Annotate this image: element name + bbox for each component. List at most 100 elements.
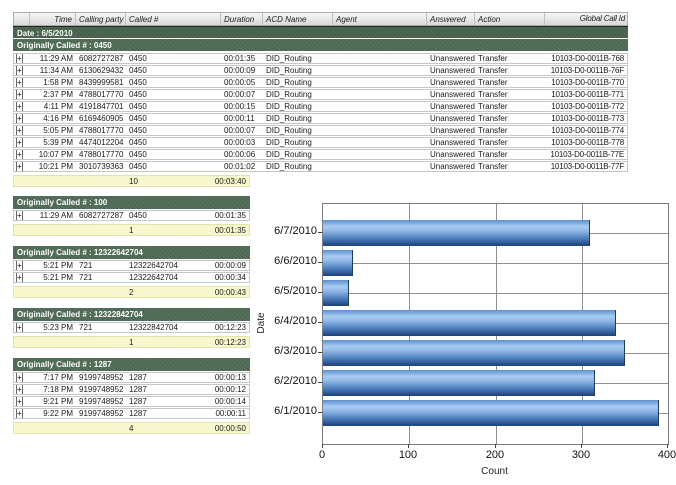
table-row: +11:29 AM6082727287045000:01:35 (13, 210, 250, 221)
group-summary-row: 200:00:43 (13, 286, 250, 298)
column-header-called[interactable]: Called # (126, 13, 221, 25)
expand-icon[interactable]: + (16, 273, 23, 282)
y-axis-tick (318, 232, 322, 233)
group-summary-row: 400:00:50 (13, 422, 250, 434)
originally-called-group-header: Originally Called # : 100 (13, 196, 250, 209)
answered-cell: Unanswered (427, 78, 475, 87)
answered-cell: Unanswered (427, 138, 475, 147)
table-row: +11:34 AM6130629432045000:00:09DID_Routi… (13, 65, 628, 76)
expand-icon[interactable]: + (16, 162, 23, 171)
summary-count: 1 (126, 337, 201, 347)
time-cell: 11:29 AM (30, 54, 76, 63)
column-header-expand[interactable] (14, 13, 30, 25)
expand-icon[interactable]: + (16, 150, 23, 159)
y-tick-label: 6/2/2010 (257, 375, 317, 388)
duration-cell: 00:00:07 (221, 126, 263, 135)
expand-icon[interactable]: + (16, 409, 23, 418)
expand-icon[interactable]: + (16, 397, 23, 406)
action-cell: Transfer (475, 138, 545, 147)
action-cell: Transfer (475, 114, 545, 123)
action-cell: Transfer (475, 126, 545, 135)
answered-cell: Unanswered (427, 66, 475, 75)
expand-icon[interactable]: + (16, 66, 23, 75)
calling-party-cell: 721 (76, 261, 126, 270)
time-cell: 5:21 PM (30, 273, 76, 282)
expand-icon[interactable]: + (16, 102, 23, 111)
time-cell: 5:05 PM (30, 126, 76, 135)
expand-cell: + (14, 66, 30, 75)
x-axis-tick (408, 444, 409, 448)
acd-name-cell: DID_Routing (263, 54, 333, 63)
expand-icon[interactable]: + (16, 126, 23, 135)
group-section: Originally Called # : 100+11:29 AM608272… (13, 196, 250, 236)
action-cell: Transfer (475, 102, 545, 111)
calling-party-cell: 9199748952 (76, 397, 126, 406)
time-cell: 11:29 AM (30, 211, 76, 220)
column-header-time[interactable]: Time (30, 13, 76, 25)
expand-icon[interactable]: + (16, 78, 23, 87)
summary-count: 1 (126, 225, 201, 235)
column-header-agent[interactable]: Agent (333, 13, 427, 25)
column-header-calling-party[interactable]: Calling party # (76, 13, 126, 25)
chart-bar (323, 310, 616, 336)
summary-total-duration: 00:03:40 (201, 176, 249, 186)
calling-party-cell: 4788017770 (76, 90, 126, 99)
duration-cell: 00:01:35 (201, 211, 249, 220)
call-detail-table: TimeCalling party #Called #DurationACD N… (13, 12, 628, 187)
calling-party-cell: 3010739363 (76, 162, 126, 171)
y-tick-label: 6/7/2010 (257, 225, 317, 238)
time-cell: 7:18 PM (30, 385, 76, 394)
duration-cell: 00:00:09 (221, 66, 263, 75)
answered-cell: Unanswered (427, 114, 475, 123)
expand-icon[interactable]: + (16, 138, 23, 147)
expand-icon[interactable]: + (16, 323, 23, 332)
column-header-duration[interactable]: Duration (221, 13, 263, 25)
duration-cell: 00:00:11 (201, 409, 249, 418)
table-body: +11:29 AM6082727287045000:01:35DID_Routi… (13, 53, 628, 172)
table-row: +7:18 PM9199748952128700:00:12 (13, 384, 250, 395)
expand-cell: + (14, 162, 30, 171)
chart-bar (323, 370, 595, 396)
column-header-action[interactable]: Action (475, 13, 545, 25)
answered-cell: Unanswered (427, 102, 475, 111)
duration-cell: 00:00:13 (201, 373, 249, 382)
x-tick-label: 200 (475, 449, 515, 461)
time-cell: 9:21 PM (30, 397, 76, 406)
column-header-answered[interactable]: Answered (427, 13, 475, 25)
chart-x-axis-title: Count (322, 466, 667, 477)
answered-cell: Unanswered (427, 90, 475, 99)
table-row: +4:16 PM6169460905045000:00:11DID_Routin… (13, 113, 628, 124)
expand-cell: + (14, 78, 30, 87)
summary-count: 10 (126, 176, 201, 186)
expand-cell: + (14, 409, 30, 418)
expand-icon[interactable]: + (16, 373, 23, 382)
time-cell: 7:17 PM (30, 373, 76, 382)
y-axis-tick (318, 322, 322, 323)
expand-cell: + (14, 138, 30, 147)
answered-cell: Unanswered (427, 54, 475, 63)
table-row: +11:29 AM6082727287045000:01:35DID_Routi… (13, 53, 628, 64)
group-section: Originally Called # : 1287+7:17 PM919974… (13, 358, 250, 434)
called-cell: 0450 (126, 102, 221, 111)
y-tick-label: 6/5/2010 (257, 285, 317, 298)
expand-icon[interactable]: + (16, 385, 23, 394)
action-cell: Transfer (475, 90, 545, 99)
column-header-global-call-id[interactable]: Global Call Id (545, 13, 627, 25)
expand-icon[interactable]: + (16, 54, 23, 63)
expand-icon[interactable]: + (16, 114, 23, 123)
y-axis-tick (318, 382, 322, 383)
called-cell: 1287 (126, 385, 201, 394)
y-axis-tick (318, 412, 322, 413)
calls-by-date-chart: Count Date 01002003004006/7/20106/6/2010… (255, 190, 676, 485)
y-axis-tick (318, 292, 322, 293)
table-row: +4:11 PM4191847701045000:00:15DID_Routin… (13, 101, 628, 112)
expand-icon[interactable]: + (16, 261, 23, 270)
expand-icon[interactable]: + (16, 90, 23, 99)
column-header-acd-name[interactable]: ACD Name (263, 13, 333, 25)
expand-icon[interactable]: + (16, 211, 23, 220)
y-gridline (323, 263, 668, 264)
time-cell: 11:34 AM (30, 66, 76, 75)
date-group-header: Date : 6/5/2010 (13, 26, 628, 39)
x-axis-tick (581, 444, 582, 448)
called-cell: 12322842704 (126, 323, 201, 332)
